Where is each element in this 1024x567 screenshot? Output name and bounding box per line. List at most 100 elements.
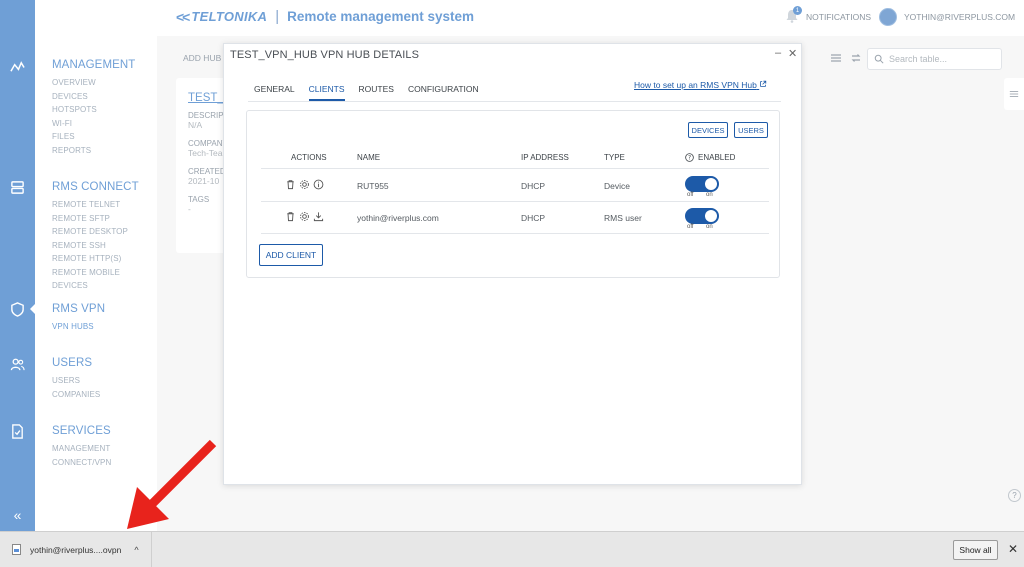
search-input[interactable]: Search table... (867, 48, 1002, 70)
sidebar-item-users[interactable]: USERS (52, 374, 100, 388)
modal-tabs: GENERAL CLIENTS ROUTES CONFIGURATION (254, 84, 493, 101)
sidebar-item-hotspots[interactable]: HOTSPOTS (52, 103, 135, 117)
sidebar-item-wifi[interactable]: WI-FI (52, 117, 135, 131)
external-link-icon (760, 80, 767, 87)
sidebar-section-title[interactable]: RMS CONNECT (52, 181, 157, 193)
close-button[interactable]: ✕ (788, 47, 797, 60)
rms-vpn-nav-icon[interactable] (0, 292, 35, 326)
show-all-button[interactable]: Show all (953, 540, 998, 560)
sidebar-item-remote-telnet[interactable]: REMOTE TELNET (52, 198, 157, 212)
sidebar-item-companies[interactable]: COMPANIES (52, 388, 100, 402)
sidebar-section-rms-vpn: RMS VPN VPN HUBS (52, 303, 105, 334)
help-button[interactable]: ? (1008, 489, 1021, 502)
enabled-toggle[interactable] (685, 208, 719, 224)
sidebar-item-management[interactable]: MANAGEMENT (52, 442, 111, 456)
clients-table-header: ACTIONS NAME IP ADDRESS TYPE ? ENABLED (261, 153, 769, 169)
notifications-label: NOTIFICATIONS (806, 12, 872, 22)
column-enabled-label: ENABLED (698, 153, 736, 162)
modal-title: TEST_VPN_HUB VPN HUB DETAILS (230, 49, 420, 61)
file-check-icon (12, 423, 23, 439)
info-icon[interactable] (313, 179, 324, 190)
sidebar-item-remote-https[interactable]: REMOTE HTTP(S) (52, 252, 157, 266)
client-name: RUT955 (357, 181, 389, 191)
file-icon (12, 544, 21, 555)
sidebar-section-title[interactable]: USERS (52, 357, 100, 369)
toggle-on-label: on (706, 224, 713, 230)
gear-icon[interactable] (299, 179, 310, 190)
row-actions (285, 211, 324, 222)
tab-routes[interactable]: ROUTES (359, 84, 394, 101)
tabs-divider (248, 101, 781, 102)
column-ip: IP ADDRESS (521, 153, 569, 162)
download-icon[interactable] (313, 211, 324, 222)
sidebar-item-remote-mobile-devices[interactable]: REMOTE MOBILE DEVICES (52, 266, 157, 293)
vpn-hub-details-modal: TEST_VPN_HUB VPN HUB DETAILS – ✕ GENERAL… (223, 43, 802, 485)
sidebar-section-users: USERS USERS COMPANIES (52, 357, 100, 401)
sidebar-item-devices[interactable]: DEVICES (52, 90, 135, 104)
side-panel-toggle[interactable] (1004, 78, 1024, 110)
sidebar-section-title[interactable]: SERVICES (52, 425, 111, 437)
sidebar-item-remote-sftp[interactable]: REMOTE SFTP (52, 212, 157, 226)
sidebar-section-rms-connect: RMS CONNECT REMOTE TELNET REMOTE SFTP RE… (52, 181, 157, 293)
toggle-off-label: off (687, 192, 694, 198)
tags-label: TAGS (188, 195, 210, 204)
help-icon[interactable]: ? (685, 153, 694, 162)
tab-clients[interactable]: CLIENTS (308, 84, 345, 101)
trash-icon[interactable] (285, 179, 296, 190)
toggle-off-label: off (687, 224, 694, 230)
users-button[interactable]: USERS (734, 122, 768, 138)
sidebar-item-reports[interactable]: REPORTS (52, 144, 135, 158)
management-nav-icon[interactable] (0, 50, 35, 84)
close-download-bar-button[interactable]: ✕ (1008, 542, 1018, 556)
services-nav-icon[interactable] (0, 414, 35, 448)
users-icon (10, 358, 25, 370)
annotation-arrow-icon (127, 439, 217, 529)
column-actions: ACTIONS (291, 153, 327, 162)
search-icon (874, 54, 884, 64)
column-name: NAME (357, 153, 381, 162)
add-hub-button[interactable]: ADD HUB (183, 53, 221, 63)
company-value: Tech-Tea (188, 148, 223, 158)
notifications-badge: 1 (793, 6, 802, 15)
client-name: yothin@riverplus.com (357, 213, 439, 223)
add-client-button[interactable]: ADD CLIENT (259, 244, 323, 266)
devices-button[interactable]: DEVICES (688, 122, 728, 138)
sidebar-section-title[interactable]: RMS VPN (52, 303, 105, 315)
created-label: CREATED (188, 167, 226, 176)
menu-icon[interactable] (830, 52, 842, 64)
sidebar-item-vpn-hubs[interactable]: VPN HUBS (52, 320, 105, 334)
chevron-up-icon[interactable]: ^ (134, 545, 138, 555)
tab-configuration[interactable]: CONFIGURATION (408, 84, 479, 101)
sidebar-section-title[interactable]: MANAGEMENT (52, 59, 135, 71)
hub-name-link[interactable]: TEST_VI (188, 92, 235, 104)
toggle-on-label: on (706, 192, 713, 198)
trash-icon[interactable] (285, 211, 296, 222)
collapse-sidebar-button[interactable]: « (0, 498, 35, 532)
notifications-button[interactable]: 1 NOTIFICATIONS (784, 6, 872, 26)
user-menu[interactable]: YOTHIN@RIVERPLUS.COM (879, 8, 1015, 26)
clients-panel: DEVICES USERS ACTIONS NAME IP ADDRESS TY… (246, 110, 780, 278)
app-logo[interactable]: << TELTONIKA | Remote management system (176, 8, 474, 25)
sidebar-item-overview[interactable]: OVERVIEW (52, 76, 135, 90)
icon-rail: « (0, 0, 35, 531)
sidebar-item-remote-desktop[interactable]: REMOTE DESKTOP (52, 225, 157, 239)
enabled-toggle[interactable] (685, 176, 719, 192)
howto-link[interactable]: How to set up an RMS VPN Hub (634, 80, 767, 90)
sidebar-item-remote-ssh[interactable]: REMOTE SSH (52, 239, 157, 253)
company-label: COMPANY (188, 139, 228, 148)
users-nav-icon[interactable] (0, 347, 35, 381)
howto-link-text: How to set up an RMS VPN Hub (634, 80, 757, 90)
teltonika-logo-icon: << (176, 8, 190, 25)
refresh-icon[interactable] (850, 52, 862, 64)
minimize-button[interactable]: – (775, 47, 781, 59)
gear-icon[interactable] (299, 211, 310, 222)
list-icon (1009, 91, 1019, 97)
table-tools (830, 52, 862, 64)
tags-value: - (188, 204, 191, 214)
download-bar: yothin@riverplus....ovpn ^ Show all ✕ (0, 531, 1024, 567)
rms-connect-nav-icon[interactable] (0, 170, 35, 204)
sidebar-item-connect-vpn[interactable]: CONNECT/VPN (52, 456, 111, 470)
sidebar-item-files[interactable]: FILES (52, 130, 135, 144)
download-item[interactable]: yothin@riverplus....ovpn ^ (0, 532, 152, 567)
tab-general[interactable]: GENERAL (254, 84, 295, 101)
